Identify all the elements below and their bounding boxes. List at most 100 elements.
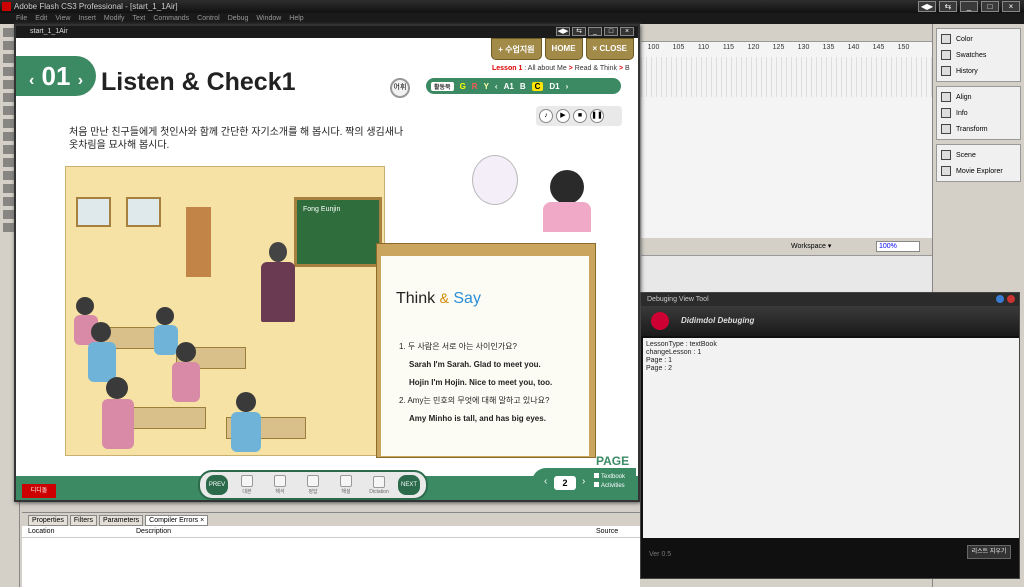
viewer-minimize-button[interactable]: _ bbox=[588, 27, 602, 36]
menu-modify[interactable]: Modify bbox=[104, 13, 125, 24]
panel-color[interactable]: Color bbox=[937, 31, 1020, 47]
window-art bbox=[126, 197, 161, 227]
script-button[interactable]: 대본 bbox=[233, 475, 261, 495]
page-prev-icon[interactable]: ‹ bbox=[544, 476, 547, 487]
col-description: Description bbox=[136, 528, 172, 535]
panel-align[interactable]: Align bbox=[937, 89, 1020, 105]
menu-file[interactable]: File bbox=[16, 13, 27, 24]
page-number[interactable]: 2 bbox=[554, 476, 576, 490]
clear-list-button[interactable]: 리스트 지우기 bbox=[967, 545, 1011, 559]
support-button[interactable]: + 수업지원 bbox=[491, 38, 542, 60]
activity-d1[interactable]: D1 bbox=[549, 82, 559, 91]
debug-close-icon[interactable] bbox=[1007, 295, 1015, 303]
play-icon[interactable]: ▶ bbox=[556, 109, 570, 123]
menu-commands[interactable]: Commands bbox=[153, 13, 189, 24]
panel-info[interactable]: Info bbox=[937, 105, 1020, 121]
board-text: Fong Eunjin bbox=[303, 206, 341, 213]
menu-help[interactable]: Help bbox=[289, 13, 303, 24]
menu-window[interactable]: Window bbox=[256, 13, 281, 24]
dictation-button[interactable]: Dictation bbox=[365, 475, 393, 495]
menu-edit[interactable]: Edit bbox=[35, 13, 47, 24]
viewer-close-button[interactable]: × bbox=[620, 27, 634, 36]
debug-version: Ver 0.5 bbox=[649, 551, 672, 558]
speaker-icon[interactable]: ♪ bbox=[539, 109, 553, 123]
activity-a1[interactable]: A1 bbox=[504, 82, 514, 91]
prev-button[interactable]: PREV bbox=[206, 475, 228, 495]
home-button[interactable]: HOME bbox=[544, 38, 583, 60]
color-icon bbox=[941, 34, 951, 44]
tab-properties[interactable]: Properties bbox=[28, 515, 68, 526]
timeline-header bbox=[641, 24, 932, 42]
ampersand: & bbox=[439, 290, 449, 306]
panel-label: Swatches bbox=[956, 51, 987, 59]
debug-info-icon[interactable] bbox=[996, 295, 1004, 303]
panel-transform[interactable]: Transform bbox=[937, 121, 1020, 137]
stop-icon[interactable]: ■ bbox=[573, 109, 587, 123]
check-icon bbox=[307, 475, 319, 487]
workspace-menu[interactable]: Workspace ▾ bbox=[791, 242, 831, 250]
chevron-right-icon[interactable]: › bbox=[78, 72, 83, 89]
zoom-field[interactable]: 100% bbox=[876, 241, 920, 252]
breadcrumb-lesson: Lesson 1 bbox=[492, 65, 523, 72]
panel-swatches[interactable]: Swatches bbox=[937, 47, 1020, 63]
activity-selector: 활동북 G R Y ‹ A1 B C D1 › bbox=[426, 78, 621, 94]
viewer-swap-icon[interactable]: ⇆ bbox=[572, 27, 586, 36]
close-lesson-button[interactable]: × CLOSE bbox=[585, 38, 634, 60]
activity-prev-icon[interactable]: ‹ bbox=[495, 82, 498, 91]
next-button[interactable]: NEXT bbox=[398, 475, 420, 495]
menu-text[interactable]: Text bbox=[133, 13, 146, 24]
ruler-tick: 150 bbox=[897, 44, 910, 51]
answer-button[interactable]: 정답 bbox=[299, 475, 327, 495]
panel-history[interactable]: History bbox=[937, 63, 1020, 79]
grade-g[interactable]: G bbox=[460, 82, 466, 91]
tab-compiler-errors[interactable]: Compiler Errors × bbox=[145, 515, 209, 526]
chevron-left-icon[interactable]: ‹ bbox=[29, 72, 34, 89]
menu-debug[interactable]: Debug bbox=[228, 13, 249, 24]
log-line: Page : 1 bbox=[646, 357, 673, 364]
breadcrumb-arrow: > bbox=[617, 65, 625, 72]
page-next-icon[interactable]: › bbox=[582, 476, 585, 487]
translation-button[interactable]: 해석 bbox=[266, 475, 294, 495]
tab-parameters[interactable]: Parameters bbox=[98, 515, 144, 526]
restore-icon[interactable]: ⇆ bbox=[939, 1, 957, 12]
transform-icon bbox=[941, 124, 951, 134]
ruler-tick: 130 bbox=[797, 44, 810, 51]
chalkboard-art: Fong Eunjin bbox=[294, 197, 382, 267]
explanation-button[interactable]: 해설 bbox=[332, 475, 360, 495]
content-nav: PREV 대본 해석 정답 해설 Dictation NEXT bbox=[198, 470, 428, 500]
viewer-maximize-button[interactable]: □ bbox=[604, 27, 618, 36]
classroom-illustration: Fong Eunjin bbox=[65, 166, 385, 456]
activity-c[interactable]: C bbox=[531, 81, 544, 91]
maximize-button[interactable]: □ bbox=[981, 1, 999, 12]
log-line: LessonType : textBook bbox=[646, 341, 717, 348]
panel-scene[interactable]: Scene bbox=[937, 147, 1020, 163]
menu-view[interactable]: View bbox=[55, 13, 70, 24]
viewer-nav-icon[interactable]: ◀▶ bbox=[556, 27, 570, 36]
pause-icon[interactable]: ❚❚ bbox=[590, 109, 604, 123]
app-titlebar: Adobe Flash CS3 Professional - [start_1_… bbox=[0, 0, 1024, 13]
textbook-option[interactable]: Textbook bbox=[594, 474, 625, 480]
info-icon bbox=[941, 108, 951, 118]
frame-grid[interactable] bbox=[641, 57, 932, 97]
app-title: Adobe Flash CS3 Professional - [start_1_… bbox=[14, 2, 178, 11]
activity-b[interactable]: B bbox=[520, 82, 526, 91]
vocab-button[interactable]: 어휘 bbox=[390, 78, 410, 98]
grade-y[interactable]: Y bbox=[484, 82, 489, 91]
dictation-icon bbox=[373, 475, 385, 488]
menu-control[interactable]: Control bbox=[197, 13, 220, 24]
swatches-icon bbox=[941, 50, 951, 60]
panel-movie-explorer[interactable]: Movie Explorer bbox=[937, 163, 1020, 179]
activity-next-icon[interactable]: › bbox=[566, 82, 569, 91]
breadcrumb-section: Read & Think bbox=[574, 65, 617, 72]
tab-filters[interactable]: Filters bbox=[69, 515, 97, 526]
grade-r[interactable]: R bbox=[472, 82, 478, 91]
activities-option[interactable]: Activities bbox=[594, 483, 625, 489]
minimize-button[interactable]: _ bbox=[960, 1, 978, 12]
frame-ruler: 100 105 110 115 120 125 130 135 140 145 … bbox=[641, 44, 932, 56]
panel-label: History bbox=[956, 67, 978, 75]
close-button[interactable]: × bbox=[1002, 1, 1020, 12]
menu-insert[interactable]: Insert bbox=[78, 13, 96, 24]
page-options: Textbook Activities bbox=[594, 473, 625, 491]
nav-label: Dictation bbox=[369, 488, 389, 495]
nav-arrows-icon[interactable]: ◀▶ bbox=[918, 1, 936, 12]
